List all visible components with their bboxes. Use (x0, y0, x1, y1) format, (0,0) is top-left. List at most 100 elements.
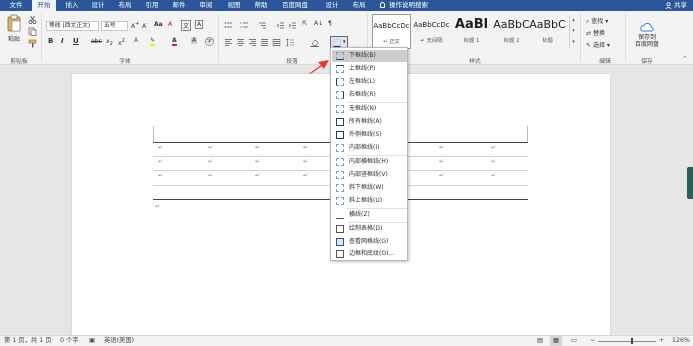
cut-icon[interactable] (28, 15, 37, 24)
save-group-label: 保存 (641, 59, 653, 65)
tab-design[interactable]: 设计 (86, 0, 110, 11)
menu-item-bottom-border[interactable]: 下框线(B) (332, 50, 407, 62)
line-spacing-icon[interactable] (286, 38, 295, 47)
table-cell-mark: ↵ (208, 144, 214, 151)
tab-file[interactable]: 文件 (4, 0, 28, 11)
bold-button[interactable]: B (48, 37, 53, 45)
tab-mailings[interactable]: 邮件 (167, 0, 191, 11)
menu-item-horizontal-line[interactable]: 横线(Z) (332, 209, 407, 221)
menu-item-right-border[interactable]: 右框线(R) (332, 89, 407, 101)
read-mode-icon[interactable]: ▤ (537, 336, 543, 346)
menu-item-view-gridlines[interactable]: 查看网格线(G) (332, 236, 407, 248)
proofing-icon[interactable]: ▣ (89, 336, 95, 346)
web-layout-icon[interactable]: ▭ (571, 336, 577, 346)
bullets-icon[interactable] (224, 21, 233, 30)
change-case-button[interactable]: Aa (154, 21, 163, 28)
tab-view[interactable]: 视图 (222, 0, 246, 11)
numbering-icon[interactable]: 12 (240, 21, 249, 30)
style-heading-2[interactable]: AaBbC 标题 2 (492, 14, 531, 49)
menu-item-outside-borders[interactable]: 外侧框线(S) (332, 129, 407, 141)
language-indicator[interactable]: 英语(美国) (104, 336, 134, 346)
print-layout-icon[interactable]: ▦ (550, 336, 562, 346)
highlight-button[interactable]: ✎ (150, 37, 156, 46)
font-name-select[interactable]: 等线 (西文正文) (46, 21, 99, 31)
menu-item-diagonal-up[interactable]: 斜上框线(U) (332, 195, 407, 207)
tell-me-search[interactable]: 操作说明搜索 (380, 0, 452, 11)
side-panel-tab[interactable] (687, 167, 693, 199)
menu-item-draw-table[interactable]: 绘制表格(D) (332, 223, 407, 235)
table-cell-mark: ↵ (491, 158, 497, 165)
zoom-slider-thumb[interactable] (631, 338, 633, 344)
zoom-out-button[interactable]: − (590, 336, 595, 346)
increase-indent-icon[interactable] (288, 21, 297, 30)
collapse-ribbon-icon[interactable]: ^ (683, 56, 687, 62)
zoom-slider-track[interactable] (598, 341, 656, 342)
share-button[interactable]: 共享 (665, 0, 687, 11)
word-count[interactable]: 0 个字 (60, 336, 79, 346)
sort-button[interactable]: A↓ (314, 20, 323, 27)
char-shading-button[interactable]: A (191, 37, 198, 44)
tab-baidu-netdisk[interactable]: 百度网盘 (278, 0, 312, 11)
align-center-icon[interactable] (236, 38, 245, 47)
tab-review[interactable]: 审阅 (194, 0, 218, 11)
replace-button[interactable]: ⇄ 替换 (586, 28, 605, 37)
align-right-icon[interactable] (248, 38, 257, 47)
zoom-in-button[interactable]: + (659, 336, 664, 346)
menu-item-left-border[interactable]: 左框线(L) (332, 76, 407, 88)
phonetic-guide-button[interactable]: 文 (181, 20, 192, 31)
page-count[interactable]: 第 1 页，共 1 页 (4, 336, 52, 346)
format-painter-icon[interactable] (28, 39, 37, 48)
styles-scroll[interactable]: ▴ ▾ ▾ (569, 15, 577, 49)
enclose-char-button[interactable]: 字 (205, 37, 214, 46)
style-title[interactable]: AaBbC 标题 (528, 14, 567, 49)
style-normal[interactable]: AaBbCcDc ↵ 正文 (372, 14, 411, 49)
tab-insert[interactable]: 插入 (60, 0, 84, 11)
copy-icon[interactable] (28, 27, 37, 36)
distributed-icon[interactable] (272, 38, 281, 47)
chinese-layout-button[interactable]: ⇱ (302, 20, 307, 27)
menu-item-no-border[interactable]: 无框线(N) (332, 103, 407, 115)
tab-references[interactable]: 引用 (140, 0, 164, 11)
menu-item-inside-borders[interactable]: 内部框线(I) (332, 142, 407, 154)
superscript-button[interactable]: x2 (118, 38, 125, 47)
zoom-level[interactable]: 126% (672, 336, 690, 346)
show-marks-button[interactable]: ¶ (328, 20, 332, 27)
justify-icon[interactable] (260, 38, 269, 47)
menu-item-top-border[interactable]: 上框线(P) (332, 63, 407, 75)
grow-font-button[interactable]: A+ (131, 21, 139, 30)
underline-button[interactable]: U (73, 37, 79, 45)
italic-button[interactable]: I (61, 37, 64, 45)
strikethrough-button[interactable]: abc (91, 38, 102, 45)
font-color-button[interactable]: A (172, 37, 177, 46)
tab-home[interactable]: 开始 (32, 0, 56, 11)
menu-item-all-borders[interactable]: 所有框线(A) (332, 116, 407, 128)
align-left-icon[interactable] (224, 38, 233, 47)
multilevel-list-icon[interactable] (258, 21, 267, 30)
menu-item-inside-horizontal[interactable]: 内部横框线(H) (332, 156, 407, 168)
tab-layout[interactable]: 布局 (113, 0, 137, 11)
decrease-indent-icon[interactable] (276, 21, 285, 30)
select-button[interactable]: ↖ 选择 ▾ (586, 40, 610, 49)
text-effects-button[interactable]: A (134, 37, 138, 44)
find-button[interactable]: ⌕ 查找 ▾ (586, 16, 608, 26)
menu-item-borders-shading[interactable]: 边框和底纹(O)... (332, 248, 407, 260)
style-heading-1[interactable]: AaBl 标题 1 (452, 14, 491, 49)
style-no-spacing[interactable]: AaBbCcDc ↵ 无间隔 (412, 14, 451, 49)
save-to-netdisk-button[interactable]: 保存到 百度网盘 (630, 15, 664, 55)
border-top-icon (336, 65, 344, 73)
border-inside-horizontal-icon (336, 158, 344, 166)
tab-table-design[interactable]: 设计 (320, 0, 344, 11)
menu-item-inside-vertical[interactable]: 内部竖框线(V) (332, 169, 407, 181)
table-corner-guide (153, 126, 154, 142)
shading-icon[interactable] (310, 38, 319, 47)
font-size-select[interactable]: 五号 (101, 21, 128, 31)
tab-help[interactable]: 帮助 (249, 0, 273, 11)
char-border-button[interactable]: A (195, 20, 204, 29)
clear-format-button[interactable]: A̸ (168, 21, 172, 28)
person-icon (665, 1, 672, 9)
menu-item-diagonal-down[interactable]: 斜下框线(W) (332, 182, 407, 194)
paste-button[interactable]: 粘贴 (4, 14, 24, 43)
tab-table-layout[interactable]: 布局 (347, 0, 371, 11)
shrink-font-button[interactable]: A- (142, 21, 148, 30)
subscript-button[interactable]: x2 (106, 38, 113, 47)
